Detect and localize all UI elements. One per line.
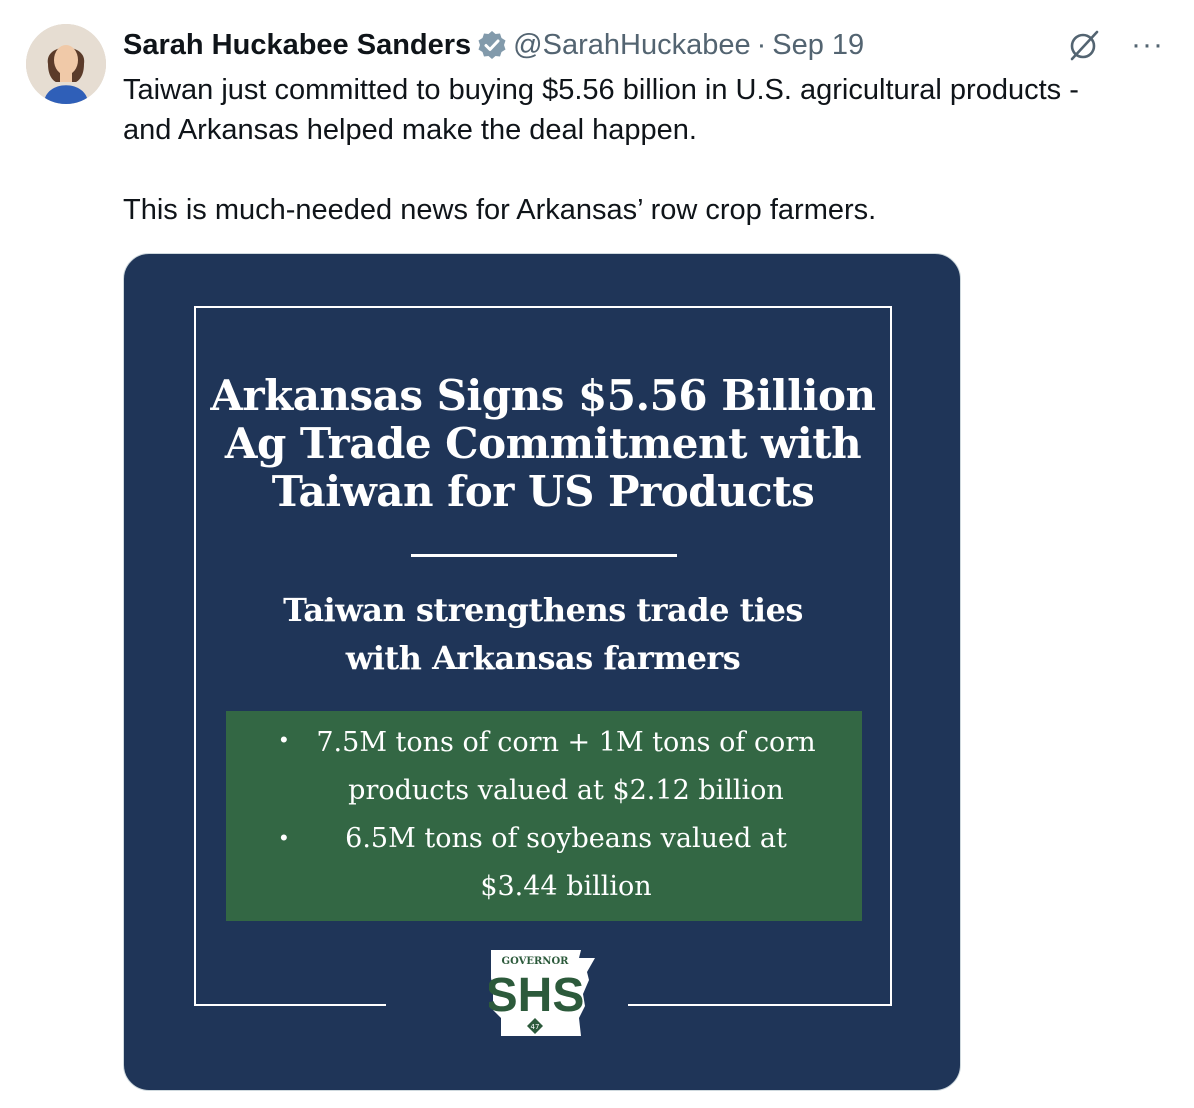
image-headline: Arkansas Signs $5.56 Billion Ag Trade Co… bbox=[184, 372, 902, 516]
image-subheadline: Taiwan strengthens trade ties with Arkan… bbox=[184, 586, 902, 682]
subheadline-line: with Arkansas farmers bbox=[345, 639, 741, 677]
logo-badge-text: 47 bbox=[531, 1023, 540, 1031]
logo-top-text: GOVERNOR bbox=[502, 956, 570, 967]
stat-line: 7.5M tons of corn + 1M tons of corn bbox=[316, 727, 816, 758]
governor-shs-logo: GOVERNOR SHS 47 bbox=[486, 948, 597, 1038]
tweet-text-line: This is much-needed news for Arkansas’ r… bbox=[123, 194, 877, 226]
author-name[interactable]: Sarah Huckabee Sanders bbox=[123, 29, 471, 62]
more-options-icon[interactable]: ··· bbox=[1131, 30, 1164, 60]
bullet-icon: • bbox=[280, 727, 288, 752]
tweet-text-line: Taiwan just committed to buying $5.56 bi… bbox=[123, 74, 1079, 106]
stat-line: products valued at $2.12 billion bbox=[348, 775, 784, 806]
verified-badge-icon[interactable] bbox=[477, 30, 507, 60]
bullet-icon: • bbox=[280, 825, 288, 850]
tweet-header: Sarah Huckabee Sanders @SarahHuckabee · … bbox=[123, 26, 864, 64]
stat-line: $3.44 billion bbox=[480, 871, 652, 902]
tweet-text-line: and Arkansas helped make the deal happen… bbox=[123, 114, 697, 146]
headline-line: Ag Trade Commitment with bbox=[224, 419, 862, 468]
stat-item-soybeans: 6.5M tons of soybeans valued at $3.44 bi… bbox=[306, 815, 826, 911]
subheadline-line: Taiwan strengthens trade ties bbox=[283, 591, 803, 629]
separator-dot: · bbox=[756, 28, 767, 61]
tweet-top-actions: ··· bbox=[1067, 26, 1164, 64]
grok-icon[interactable] bbox=[1067, 28, 1101, 62]
logo-main-text: SHS bbox=[489, 969, 584, 1022]
stat-item-corn: 7.5M tons of corn + 1M tons of corn prod… bbox=[306, 719, 826, 815]
tweet-date[interactable]: Sep 19 bbox=[772, 29, 864, 62]
tweet-image[interactable]: Arkansas Signs $5.56 Billion Ag Trade Co… bbox=[123, 253, 961, 1091]
headline-line: Arkansas Signs $5.56 Billion bbox=[210, 371, 876, 420]
headline-line: Taiwan for US Products bbox=[271, 467, 815, 516]
stats-box: • 7.5M tons of corn + 1M tons of corn pr… bbox=[226, 711, 862, 921]
author-handle[interactable]: @SarahHuckabee bbox=[513, 29, 750, 62]
author-avatar[interactable] bbox=[26, 24, 106, 104]
tweet-text: Taiwan just committed to buying $5.56 bi… bbox=[123, 70, 1173, 230]
stat-line: 6.5M tons of soybeans valued at bbox=[345, 823, 787, 854]
divider bbox=[411, 554, 677, 557]
